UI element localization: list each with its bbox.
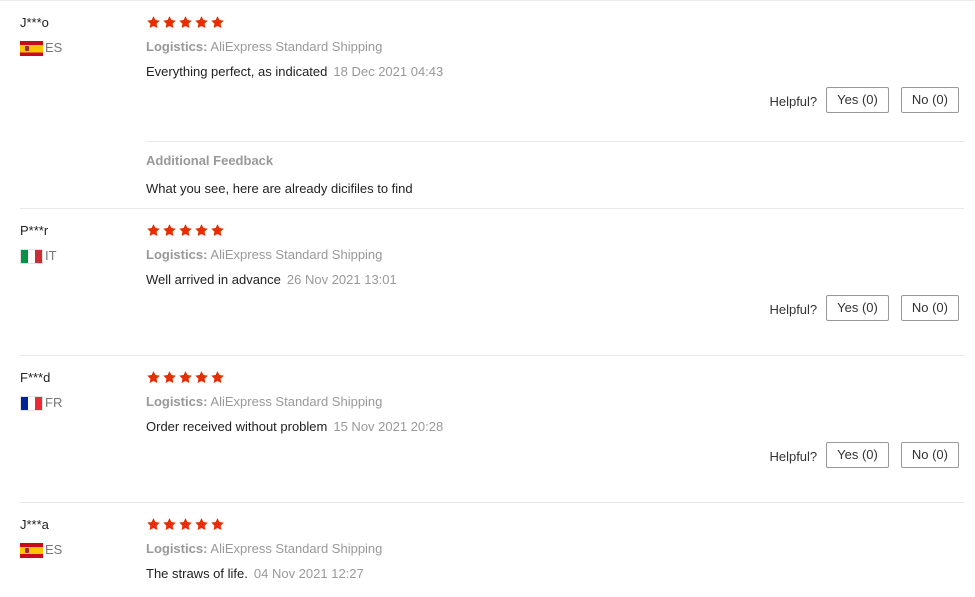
star-icon	[194, 15, 209, 30]
helpful-label: Helpful?	[769, 301, 818, 317]
star-icon	[178, 517, 193, 532]
divider	[20, 355, 964, 356]
logistics-info: Logistics: AliExpress Standard Shipping	[146, 39, 382, 55]
review-body: Well arrived in advance 26 Nov 2021 13:01	[146, 272, 397, 288]
star-rating	[146, 15, 225, 30]
logistics-info: Logistics: AliExpress Standard Shipping	[146, 247, 382, 263]
star-rating	[146, 370, 225, 385]
logistics-value: AliExpress Standard Shipping	[210, 247, 383, 262]
additional-feedback-title: Additional Feedback	[146, 153, 274, 168]
yes-vote-button[interactable]: Yes (0)	[826, 87, 889, 113]
star-icon	[146, 370, 161, 385]
star-icon	[178, 370, 193, 385]
no-vote-button[interactable]: No (0)	[900, 442, 959, 468]
country-code: FR	[45, 395, 63, 410]
star-rating	[146, 223, 225, 238]
review-text: Order received without problem	[146, 419, 328, 434]
star-icon	[146, 223, 161, 238]
review-date: 04 Nov 2021 12:27	[253, 566, 364, 581]
logistics-info: Logistics: AliExpress Standard Shipping	[146, 394, 382, 410]
star-icon	[194, 370, 209, 385]
additional-feedback-text: What you see, here are already dicifiles…	[146, 181, 413, 196]
logistics-value: AliExpress Standard Shipping	[210, 541, 383, 556]
logistics-info: Logistics: AliExpress Standard Shipping	[146, 541, 382, 557]
star-rating	[146, 517, 225, 532]
review-body: The straws of life. 04 Nov 2021 12:27	[146, 566, 364, 582]
star-icon	[146, 517, 161, 532]
no-vote-button[interactable]: No (0)	[900, 87, 959, 113]
divider	[20, 502, 964, 503]
logistics-label: Logistics:	[146, 247, 208, 262]
star-icon	[194, 223, 209, 238]
no-vote-button[interactable]: No (0)	[900, 295, 959, 321]
star-icon	[210, 517, 225, 532]
star-icon	[162, 15, 177, 30]
helpful-label: Helpful?	[769, 448, 818, 464]
review-text: Well arrived in advance	[146, 272, 281, 287]
yes-vote-button[interactable]: Yes (0)	[826, 442, 889, 468]
france-flag-icon	[20, 395, 43, 411]
reviewer-name: F***d	[20, 370, 51, 385]
divider	[146, 141, 964, 142]
logistics-label: Logistics:	[146, 541, 208, 556]
reviewer-name: J***a	[20, 517, 49, 532]
country-code: IT	[45, 248, 57, 263]
review-body: Everything perfect, as indicated 18 Dec 2…	[146, 64, 443, 80]
review-body: Order received without problem 15 Nov 202…	[146, 419, 443, 435]
top-border	[0, 0, 975, 1]
reviewer-country: ES	[20, 40, 62, 56]
reviewer-country: IT	[20, 248, 57, 264]
italy-flag-icon	[20, 248, 43, 264]
review-date: 18 Dec 2021 04:43	[333, 64, 444, 79]
star-icon	[162, 517, 177, 532]
star-icon	[194, 517, 209, 532]
reviewer-name: P***r	[20, 223, 49, 238]
star-icon	[178, 223, 193, 238]
logistics-label: Logistics:	[146, 394, 208, 409]
logistics-label: Logistics:	[146, 39, 208, 54]
divider	[20, 208, 964, 209]
helpful-label: Helpful?	[769, 93, 818, 109]
helpful-controls: Helpful? Yes (0) No (0)	[769, 442, 959, 468]
star-icon	[162, 223, 177, 238]
logistics-value: AliExpress Standard Shipping	[210, 394, 383, 409]
spain-flag-icon	[20, 542, 43, 558]
reviewer-country: FR	[20, 395, 62, 411]
helpful-controls: Helpful? Yes (0) No (0)	[769, 295, 959, 321]
spain-flag-icon	[20, 40, 43, 56]
review-text: The straws of life.	[146, 566, 248, 581]
country-code: ES	[45, 40, 63, 55]
reviewer-name: J***o	[20, 15, 49, 30]
helpful-controls: Helpful? Yes (0) No (0)	[769, 87, 959, 113]
star-icon	[178, 15, 193, 30]
star-icon	[146, 15, 161, 30]
review-text: Everything perfect, as indicated	[146, 64, 328, 79]
star-icon	[210, 370, 225, 385]
star-icon	[210, 223, 225, 238]
star-icon	[162, 370, 177, 385]
review-date: 26 Nov 2021 13:01	[286, 272, 397, 287]
logistics-value: AliExpress Standard Shipping	[210, 39, 383, 54]
review-date: 15 Nov 2021 20:28	[333, 419, 444, 434]
star-icon	[210, 15, 225, 30]
reviewer-country: ES	[20, 542, 62, 558]
country-code: ES	[45, 542, 63, 557]
yes-vote-button[interactable]: Yes (0)	[826, 295, 889, 321]
